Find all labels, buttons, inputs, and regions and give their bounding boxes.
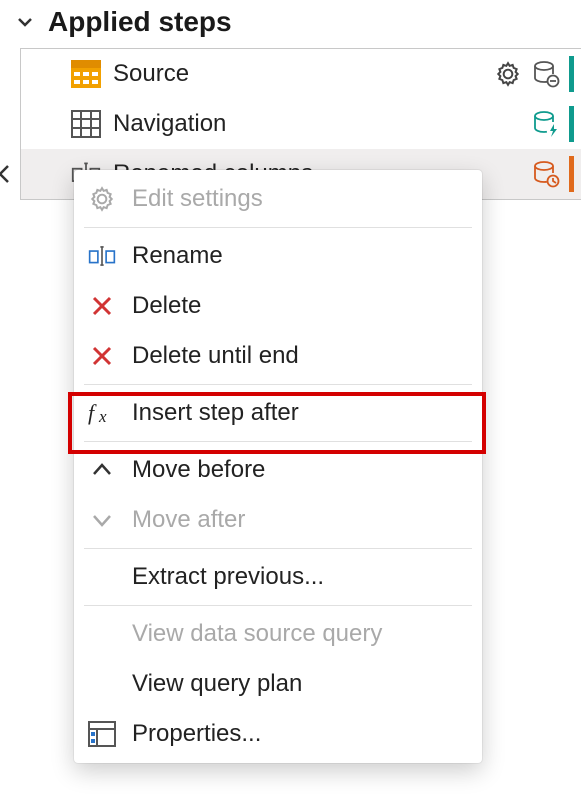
menu-label: View query plan: [132, 670, 302, 698]
menu-label: Delete: [132, 292, 201, 320]
menu-label: Delete until end: [132, 342, 299, 370]
menu-item-view-data-source-query: View data source query: [74, 609, 482, 659]
menu-separator: [84, 548, 472, 549]
menu-label: Edit settings: [132, 185, 263, 213]
menu-label: Rename: [132, 242, 223, 270]
menu-label: Move after: [132, 506, 245, 534]
status-bar: [569, 156, 574, 192]
database-clock-icon: [531, 159, 561, 189]
menu-item-move-before[interactable]: Move before: [74, 445, 482, 495]
menu-item-insert-step-after[interactable]: f x Insert step after: [74, 388, 482, 438]
chevron-up-icon: [88, 456, 116, 484]
menu-label: Move before: [132, 456, 265, 484]
menu-item-delete-until-end[interactable]: Delete until end: [74, 331, 482, 381]
menu-item-extract-previous[interactable]: Extract previous...: [74, 552, 482, 602]
table-icon: [71, 109, 101, 139]
step-row-navigation[interactable]: Navigation: [21, 99, 581, 149]
fx-icon: f x: [88, 399, 116, 427]
menu-label: Properties...: [132, 720, 261, 748]
applied-steps-title: Applied steps: [48, 6, 232, 38]
step-label: Source: [113, 60, 481, 88]
x-icon: [88, 342, 116, 370]
applied-steps-header[interactable]: Applied steps: [0, 0, 581, 48]
menu-label: Insert step after: [132, 399, 299, 427]
menu-label: View data source query: [132, 620, 382, 648]
delete-step-icon[interactable]: [0, 161, 13, 187]
blank-icon: [88, 563, 116, 591]
menu-separator: [84, 605, 472, 606]
menu-item-delete[interactable]: Delete: [74, 281, 482, 331]
menu-item-rename[interactable]: Rename: [74, 231, 482, 281]
menu-separator: [84, 441, 472, 442]
menu-item-view-query-plan[interactable]: View query plan: [74, 659, 482, 709]
svg-text:x: x: [98, 407, 107, 426]
database-remove-icon: [531, 59, 561, 89]
gear-icon: [88, 185, 116, 213]
step-row-source[interactable]: Source: [21, 49, 581, 99]
source-icon: [71, 59, 101, 89]
chevron-down-icon: [88, 506, 116, 534]
step-context-menu: Edit settings Rename Delete Delete until…: [74, 170, 482, 763]
menu-separator: [84, 227, 472, 228]
menu-item-edit-settings: Edit settings: [74, 174, 482, 224]
blank-icon: [88, 670, 116, 698]
gear-icon[interactable]: [493, 59, 523, 89]
menu-item-move-after: Move after: [74, 495, 482, 545]
menu-separator: [84, 384, 472, 385]
status-bar: [569, 106, 574, 142]
blank-icon: [88, 620, 116, 648]
svg-text:f: f: [88, 400, 97, 425]
status-bar: [569, 56, 574, 92]
chevron-down-icon: [14, 11, 36, 33]
database-bolt-icon: [531, 109, 561, 139]
step-label: Navigation: [113, 110, 519, 138]
menu-item-properties[interactable]: Properties...: [74, 709, 482, 759]
properties-icon: [88, 720, 116, 748]
menu-label: Extract previous...: [132, 563, 324, 591]
rename-icon: [88, 242, 116, 270]
x-icon: [88, 292, 116, 320]
